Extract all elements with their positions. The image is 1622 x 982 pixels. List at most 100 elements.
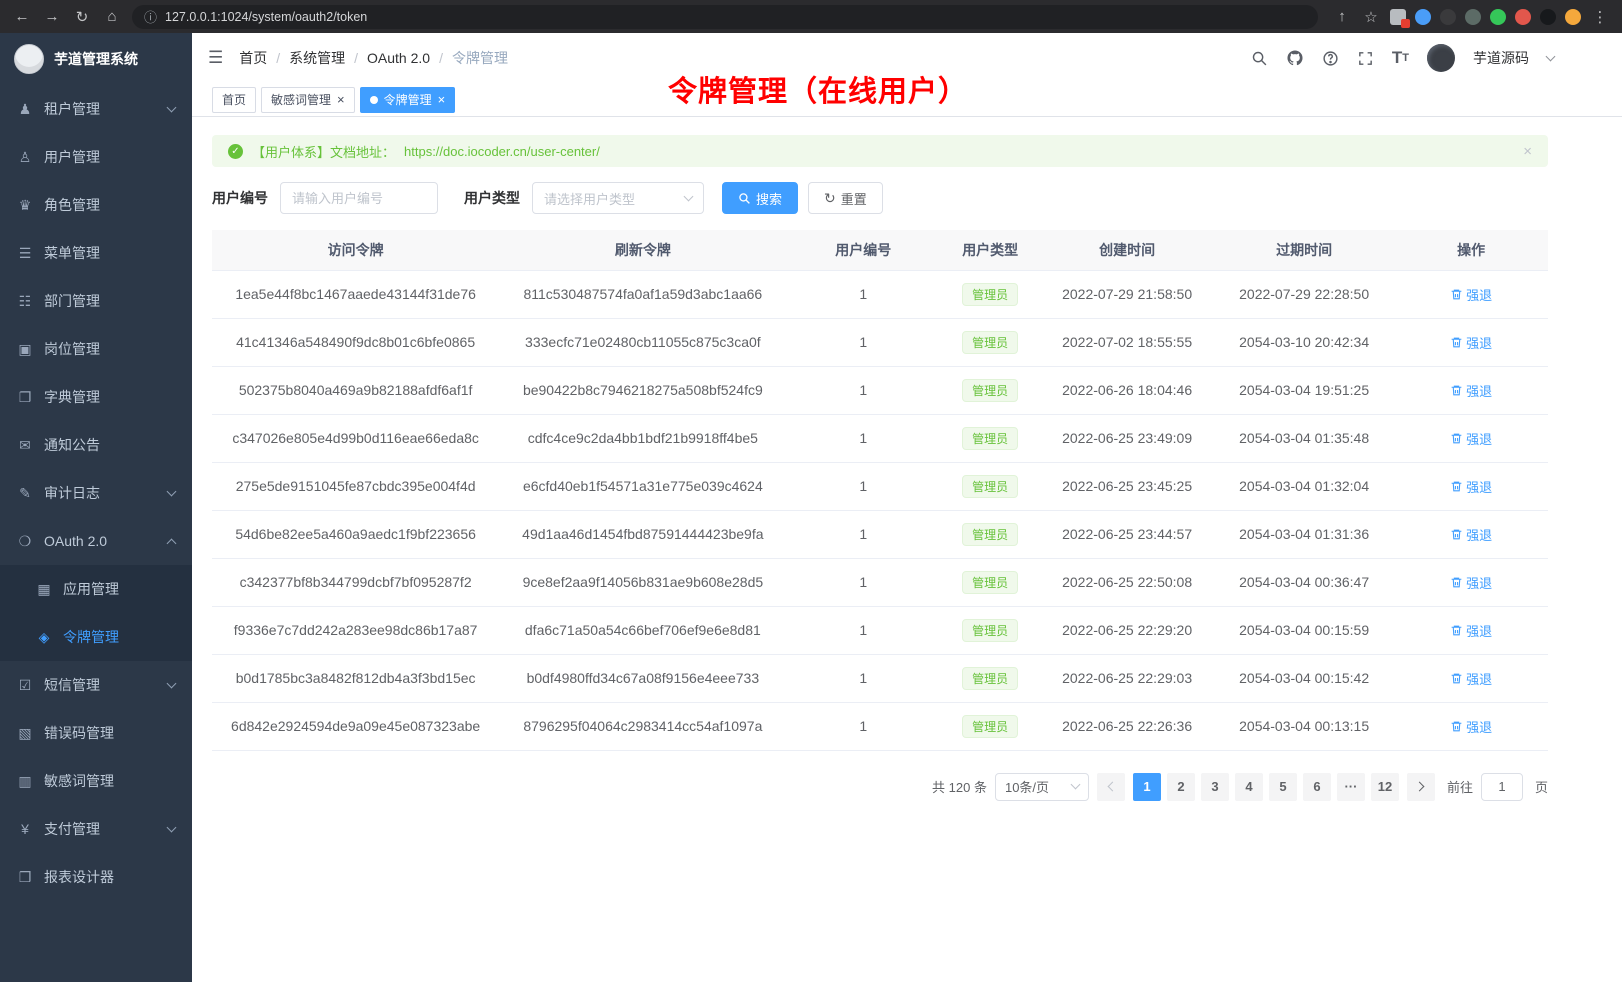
access-token-cell: 41c41346a548490f9dc8b01c6bfe0865	[212, 318, 499, 366]
user-name[interactable]: 芋道源码	[1473, 48, 1529, 68]
user-type-badge: 管理员	[962, 283, 1018, 306]
tab-close-icon[interactable]: ×	[438, 93, 446, 106]
page-button-3[interactable]: 3	[1201, 773, 1229, 801]
extension-icon-badged[interactable]	[1390, 9, 1406, 25]
search-button-label: 搜索	[756, 189, 782, 208]
page-size-select[interactable]: 10条/页	[995, 773, 1089, 801]
user-menu-chevron-down-icon[interactable]	[1546, 51, 1556, 61]
sidebar-item-label: 通知公告	[44, 435, 175, 455]
browser-profile-avatar[interactable]	[1565, 9, 1581, 25]
sidebar-item-tenant[interactable]: ♟租户管理	[0, 85, 192, 133]
page-button-1[interactable]: 1	[1133, 773, 1161, 801]
user-avatar[interactable]	[1427, 44, 1455, 72]
breadcrumb-item[interactable]: 系统管理	[289, 48, 345, 68]
sidebar-item-oauth[interactable]: ❍OAuth 2.0	[0, 517, 192, 565]
font-size-icon[interactable]: TT	[1392, 48, 1409, 68]
help-icon[interactable]	[1322, 50, 1339, 67]
force-logout-button[interactable]: 强退	[1450, 381, 1492, 400]
site-info-icon[interactable]: ⓘ	[144, 7, 157, 26]
user-type-cell: 管理员	[940, 270, 1040, 318]
sidebar-item-user[interactable]: ♙用户管理	[0, 133, 192, 181]
user-id-input[interactable]	[280, 182, 438, 214]
sidebar-item-dept[interactable]: ☷部门管理	[0, 277, 192, 325]
tab-敏感词管理[interactable]: 敏感词管理×	[261, 87, 355, 113]
prev-page-button[interactable]	[1097, 773, 1125, 801]
page-button-5[interactable]: 5	[1269, 773, 1297, 801]
sidebar-item-post[interactable]: ▣岗位管理	[0, 325, 192, 373]
tab-close-icon[interactable]: ×	[337, 93, 345, 106]
sidebar-item-app[interactable]: ▦应用管理	[0, 565, 192, 613]
user-type-select[interactable]: 请选择用户类型	[532, 182, 704, 214]
tab-令牌管理[interactable]: 令牌管理×	[360, 87, 456, 113]
chevron-down-icon	[167, 822, 177, 832]
page-button-2[interactable]: 2	[1167, 773, 1195, 801]
reset-button[interactable]: ↻ 重置	[808, 182, 883, 214]
table-row: 6d842e2924594de9a09e45e087323abe8796295f…	[212, 702, 1548, 750]
tab-label: 首页	[222, 91, 246, 108]
force-logout-button[interactable]: 强退	[1450, 717, 1492, 736]
breadcrumb-item[interactable]: OAuth 2.0	[367, 50, 430, 66]
github-icon[interactable]	[1286, 49, 1304, 67]
breadcrumb-item[interactable]: 首页	[239, 48, 267, 68]
share-icon[interactable]: ↑	[1332, 8, 1352, 25]
sidebar-item-dict[interactable]: ❐字典管理	[0, 373, 192, 421]
force-logout-label: 强退	[1466, 573, 1492, 592]
force-logout-button[interactable]: 强退	[1450, 285, 1492, 304]
page-button-6[interactable]: 6	[1303, 773, 1331, 801]
extension-icon-blue[interactable]	[1415, 9, 1431, 25]
next-page-button[interactable]	[1407, 773, 1435, 801]
create-time-cell: 2022-06-26 18:04:46	[1040, 366, 1214, 414]
doc-link[interactable]: https://doc.iocoder.cn/user-center/	[404, 144, 600, 159]
extension-icon-dark[interactable]	[1440, 9, 1456, 25]
sidebar-item-report[interactable]: ❒报表设计器	[0, 853, 192, 901]
force-logout-button[interactable]: 强退	[1450, 333, 1492, 352]
browser-menu-icon[interactable]: ⋮	[1590, 8, 1610, 26]
bookmark-star-icon[interactable]: ☆	[1361, 8, 1381, 26]
fullscreen-icon[interactable]	[1357, 50, 1374, 67]
chevron-left-icon	[1108, 782, 1118, 792]
expire-time-cell: 2054-03-04 00:15:42	[1214, 654, 1394, 702]
browser-refresh-button[interactable]: ↻	[72, 8, 92, 26]
sidebar-item-menu[interactable]: ☰菜单管理	[0, 229, 192, 277]
browser-home-button[interactable]: ⌂	[102, 8, 122, 25]
extension-icon-black[interactable]	[1540, 9, 1556, 25]
force-logout-button[interactable]: 强退	[1450, 525, 1492, 544]
success-check-icon: ✓	[228, 144, 243, 159]
force-logout-button[interactable]: 强退	[1450, 621, 1492, 640]
browser-forward-button[interactable]: →	[42, 8, 62, 25]
search-button[interactable]: 搜索	[722, 182, 798, 214]
tab-首页[interactable]: 首页	[212, 87, 256, 113]
sidebar-item-role[interactable]: ♛角色管理	[0, 181, 192, 229]
address-bar[interactable]: ⓘ 127.0.0.1:1024/system/oauth2/token	[132, 5, 1318, 29]
dictionary-book-icon: ❐	[17, 389, 33, 406]
force-logout-button[interactable]: 强退	[1450, 477, 1492, 496]
force-logout-button[interactable]: 强退	[1450, 669, 1492, 688]
sidebar-item-token[interactable]: ◈令牌管理	[0, 613, 192, 661]
browser-back-button[interactable]: ←	[12, 8, 32, 25]
tenant-icon: ♟	[17, 101, 33, 118]
sidebar-item-errcode[interactable]: ▧错误码管理	[0, 709, 192, 757]
force-logout-button[interactable]: 强退	[1450, 573, 1492, 592]
sidebar-item-sms[interactable]: ☑短信管理	[0, 661, 192, 709]
trash-icon	[1450, 528, 1463, 541]
extension-icon-green[interactable]	[1490, 9, 1506, 25]
page-more-button[interactable]: ···	[1337, 773, 1365, 801]
sidebar-item-pay[interactable]: ¥支付管理	[0, 805, 192, 853]
sidebar-item-notice[interactable]: ✉通知公告	[0, 421, 192, 469]
app-logo[interactable]: 芋道管理系统	[0, 33, 192, 85]
access-token-cell: 275e5de9151045fe87cbdc395e004f4d	[212, 462, 499, 510]
force-logout-button[interactable]: 强退	[1450, 429, 1492, 448]
sidebar-item-label: 菜单管理	[44, 243, 175, 263]
search-icon[interactable]	[1251, 50, 1268, 67]
sidebar-item-audit[interactable]: ✎审计日志	[0, 469, 192, 517]
sidebar-collapse-icon[interactable]: ☰	[208, 48, 223, 68]
alert-close-icon[interactable]: ×	[1523, 143, 1532, 160]
user-type-label: 用户类型	[464, 188, 520, 208]
goto-page-input[interactable]	[1481, 773, 1523, 801]
page-button-4[interactable]: 4	[1235, 773, 1263, 801]
page-button-12[interactable]: 12	[1371, 773, 1399, 801]
goto-label: 前往	[1447, 777, 1473, 796]
sidebar-item-sensitive[interactable]: ▥敏感词管理	[0, 757, 192, 805]
extension-icon-red[interactable]	[1515, 9, 1531, 25]
extension-icon-gray[interactable]	[1465, 9, 1481, 25]
